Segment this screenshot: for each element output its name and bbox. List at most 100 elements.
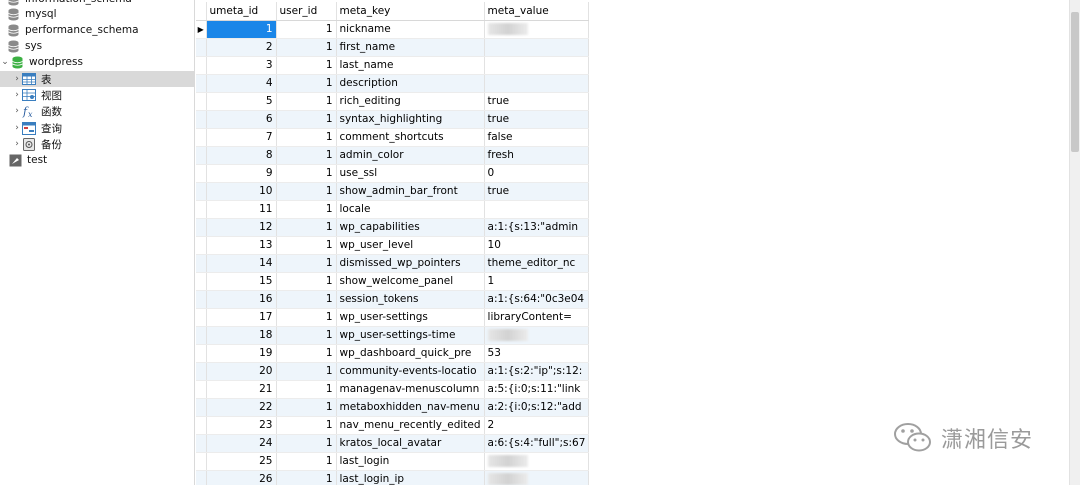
cell-user-id[interactable]: 1 xyxy=(276,56,337,75)
cell-user-id[interactable]: 1 xyxy=(276,398,337,417)
table-row[interactable]: 7 1 comment_shortcuts false xyxy=(196,128,590,147)
cell-meta-value[interactable]: 1 xyxy=(484,272,590,291)
cell-meta-key[interactable]: nickname xyxy=(336,20,485,39)
table-row[interactable]: 18 1 wp_user-settings-time xyxy=(196,326,590,345)
table-row[interactable]: 6 1 syntax_highlighting true xyxy=(196,110,590,129)
cell-meta-value[interactable]: 10 xyxy=(484,236,590,255)
row-indicator[interactable] xyxy=(196,74,207,93)
cell-meta-value[interactable]: 2 xyxy=(484,416,590,435)
cell-meta-key[interactable]: managenav-menuscolumn xyxy=(336,380,485,399)
cell-umeta-id[interactable]: 17 xyxy=(206,308,277,327)
row-indicator[interactable] xyxy=(196,110,207,129)
cell-meta-key[interactable]: comment_shortcuts xyxy=(336,128,485,147)
cell-user-id[interactable]: 1 xyxy=(276,182,337,201)
table-row[interactable]: 8 1 admin_color fresh xyxy=(196,146,590,165)
cell-umeta-id[interactable]: 13 xyxy=(206,236,277,255)
cell-meta-key[interactable]: last_login xyxy=(336,452,485,471)
row-indicator[interactable] xyxy=(196,164,207,183)
table-row[interactable]: 20 1 community-events-locatio a:1:{s:2:"ip"… xyxy=(196,362,590,381)
cell-umeta-id[interactable]: 24 xyxy=(206,434,277,453)
table-row[interactable]: 16 1 session_tokens a:1:{s:64:"0c3e04 xyxy=(196,290,590,309)
tree-item-db[interactable]: mysql xyxy=(0,6,194,22)
table-row[interactable]: 5 1 rich_editing true xyxy=(196,92,590,111)
cell-meta-key[interactable]: syntax_highlighting xyxy=(336,110,485,129)
cell-meta-value[interactable] xyxy=(484,200,590,219)
row-indicator[interactable] xyxy=(196,362,207,381)
row-indicator[interactable] xyxy=(196,398,207,417)
cell-user-id[interactable]: 1 xyxy=(276,20,337,39)
table-row[interactable]: 23 1 nav_menu_recently_edited 2 xyxy=(196,416,590,435)
cell-meta-value[interactable]: a:5:{i:0;s:11:"link xyxy=(484,380,590,399)
column-header-meta-value[interactable]: meta_value xyxy=(484,2,590,21)
cell-user-id[interactable]: 1 xyxy=(276,290,337,309)
cell-umeta-id[interactable]: 9 xyxy=(206,164,277,183)
cell-meta-value[interactable]: a:1:{s:2:"ip";s:12: xyxy=(484,362,590,381)
cell-umeta-id[interactable]: 22 xyxy=(206,398,277,417)
cell-meta-key[interactable]: community-events-locatio xyxy=(336,362,485,381)
chevron-right-icon[interactable]: › xyxy=(12,103,22,119)
cell-umeta-id[interactable]: 3 xyxy=(206,56,277,75)
cell-user-id[interactable]: 1 xyxy=(276,74,337,93)
cell-meta-key[interactable]: metaboxhidden_nav-menu xyxy=(336,398,485,417)
cell-user-id[interactable]: 1 xyxy=(276,38,337,57)
row-indicator[interactable] xyxy=(196,218,207,237)
column-header-user-id[interactable]: user_id xyxy=(276,2,337,21)
row-indicator[interactable] xyxy=(196,290,207,309)
table-row[interactable]: 12 1 wp_capabilities a:1:{s:13:"admin xyxy=(196,218,590,237)
cell-meta-key[interactable]: rich_editing xyxy=(336,92,485,111)
cell-user-id[interactable]: 1 xyxy=(276,380,337,399)
column-header-umeta-id[interactable]: umeta_id xyxy=(206,2,277,21)
cell-umeta-id[interactable]: 21 xyxy=(206,380,277,399)
cell-meta-value[interactable] xyxy=(484,74,590,93)
cell-meta-key[interactable]: session_tokens xyxy=(336,290,485,309)
cell-meta-value[interactable] xyxy=(484,452,590,471)
cell-meta-key[interactable]: wp_user-settings xyxy=(336,308,485,327)
cell-user-id[interactable]: 1 xyxy=(276,434,337,453)
cell-meta-value[interactable]: fresh xyxy=(484,146,590,165)
cell-meta-value[interactable]: a:6:{s:4:"full";s:67 xyxy=(484,434,590,453)
cell-meta-value[interactable]: true xyxy=(484,110,590,129)
cell-meta-key[interactable]: show_welcome_panel xyxy=(336,272,485,291)
row-indicator[interactable] xyxy=(196,56,207,75)
cell-umeta-id[interactable]: 12 xyxy=(206,218,277,237)
cell-umeta-id[interactable]: 16 xyxy=(206,290,277,309)
row-indicator[interactable] xyxy=(196,254,207,273)
cell-user-id[interactable]: 1 xyxy=(276,218,337,237)
column-header-meta-key[interactable]: meta_key xyxy=(336,2,485,21)
table-row[interactable]: 21 1 managenav-menuscolumn a:5:{i:0;s:11:"l… xyxy=(196,380,590,399)
cell-user-id[interactable]: 1 xyxy=(276,236,337,255)
cell-umeta-id[interactable]: 23 xyxy=(206,416,277,435)
cell-user-id[interactable]: 1 xyxy=(276,272,337,291)
cell-meta-value[interactable] xyxy=(484,470,590,485)
cell-meta-key[interactable]: locale xyxy=(336,200,485,219)
cell-umeta-id[interactable]: 26 xyxy=(206,470,277,485)
chevron-right-icon[interactable]: › xyxy=(12,87,22,103)
cell-user-id[interactable]: 1 xyxy=(276,110,337,129)
cell-meta-key[interactable]: kratos_local_avatar xyxy=(336,434,485,453)
table-row[interactable]: ▶ 1 1 nickname xyxy=(196,20,590,39)
cell-umeta-id[interactable]: 1 xyxy=(206,20,277,39)
row-indicator[interactable] xyxy=(196,326,207,345)
chevron-right-icon[interactable]: › xyxy=(12,136,22,152)
tree-item-db-open[interactable]: ⌄ wordpress xyxy=(0,54,194,70)
table-row[interactable]: 26 1 last_login_ip xyxy=(196,470,590,485)
tree-item-db[interactable]: sys xyxy=(0,38,194,54)
cell-user-id[interactable]: 1 xyxy=(276,308,337,327)
cell-user-id[interactable]: 1 xyxy=(276,128,337,147)
cell-meta-key[interactable]: wp_dashboard_quick_pre xyxy=(336,344,485,363)
cell-user-id[interactable]: 1 xyxy=(276,470,337,485)
table-row[interactable]: 15 1 show_welcome_panel 1 xyxy=(196,272,590,291)
cell-meta-key[interactable]: wp_user-settings-time xyxy=(336,326,485,345)
cell-user-id[interactable]: 1 xyxy=(276,200,337,219)
cell-meta-key[interactable]: show_admin_bar_front xyxy=(336,182,485,201)
table-row[interactable]: 13 1 wp_user_level 10 xyxy=(196,236,590,255)
table-row[interactable]: 17 1 wp_user-settings libraryContent= xyxy=(196,308,590,327)
tree-item-backups[interactable]: › 备份 xyxy=(0,136,194,152)
cell-meta-value[interactable]: a:1:{s:13:"admin xyxy=(484,218,590,237)
cell-meta-value[interactable] xyxy=(484,56,590,75)
cell-umeta-id[interactable]: 2 xyxy=(206,38,277,57)
table-row[interactable]: 25 1 last_login xyxy=(196,452,590,471)
cell-user-id[interactable]: 1 xyxy=(276,362,337,381)
row-indicator[interactable] xyxy=(196,92,207,111)
cell-meta-key[interactable]: last_name xyxy=(336,56,485,75)
